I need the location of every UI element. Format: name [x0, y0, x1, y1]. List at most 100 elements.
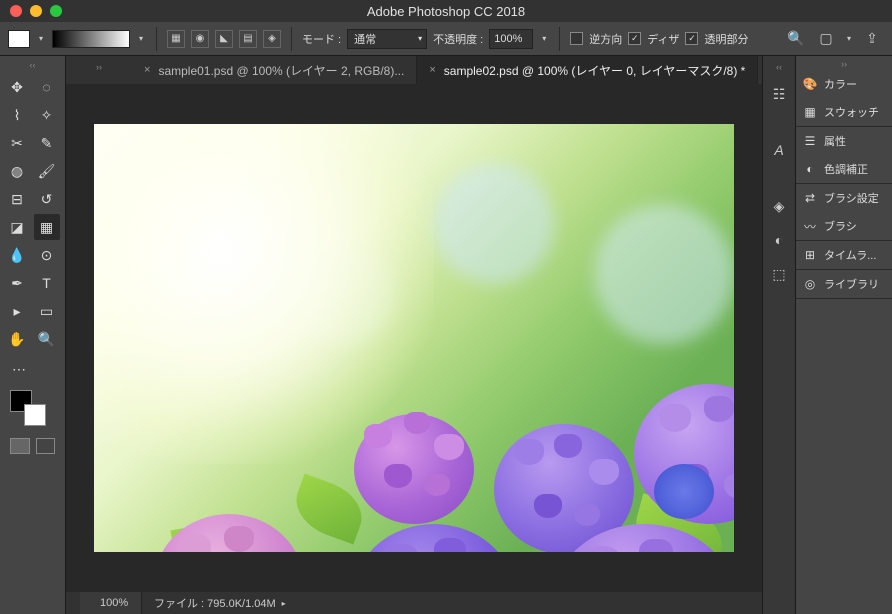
opacity-dropdown-icon[interactable]: ▾: [539, 34, 549, 44]
panel-label: スウォッチ: [824, 104, 879, 120]
brush-settings-panel-tab[interactable]: ⇄ブラシ設定: [796, 184, 892, 212]
dock-collapse-icon[interactable]: ‹‹: [776, 62, 782, 76]
file-info[interactable]: ファイル : 795.0K/1.04M: [142, 595, 276, 611]
file-info-dropdown-icon[interactable]: ▸: [282, 599, 286, 608]
dodge-tool[interactable]: ⊙: [34, 242, 60, 268]
type-tool[interactable]: T: [34, 270, 60, 296]
move-tool[interactable]: ✥: [4, 74, 30, 100]
separator: [156, 27, 157, 51]
hand-tool[interactable]: ✋: [4, 326, 30, 352]
opacity-label: 不透明度 :: [433, 31, 483, 47]
palette-icon: 🎨: [802, 76, 818, 92]
share-icon[interactable]: ⇪: [860, 27, 884, 51]
document-tab[interactable]: × sample02.psd @ 100% (レイヤー 0, レイヤーマスク/8…: [417, 56, 758, 84]
close-tab-icon[interactable]: ×: [144, 64, 150, 76]
color-swatches: [0, 384, 65, 430]
channels-panel-icon[interactable]: ◐: [767, 228, 791, 252]
gradient-dropdown-icon[interactable]: ▾: [136, 34, 146, 44]
path-selection-tool[interactable]: ▸: [4, 298, 30, 324]
tab-label: sample01.psd @ 100% (レイヤー 2, RGB/8)...: [158, 62, 404, 79]
separator: [291, 27, 292, 51]
blend-mode-select[interactable]: 通常: [347, 29, 427, 49]
opacity-value: 100%: [494, 33, 522, 45]
layers-panel-icon[interactable]: ◈: [767, 194, 791, 218]
brush-icon: 〰: [802, 218, 818, 234]
reverse-label: 逆方向: [589, 31, 622, 47]
tool-preset-dropdown-icon[interactable]: ▾: [36, 34, 46, 44]
adjustments-panel-tab[interactable]: ◐ 色調補正: [796, 155, 892, 183]
panel-label: ブラシ設定: [824, 190, 879, 206]
zoom-level[interactable]: 100%: [80, 592, 142, 614]
paths-panel-icon[interactable]: ⬚: [767, 262, 791, 286]
transparency-label: 透明部分: [704, 31, 748, 47]
color-panel-tab[interactable]: 🎨カラー: [796, 70, 892, 98]
marquee-tool[interactable]: ◌: [34, 74, 60, 100]
canvas-viewport[interactable]: [66, 84, 762, 592]
history-panel-icon[interactable]: ☷: [767, 82, 791, 106]
zoom-tool[interactable]: 🔍: [34, 326, 60, 352]
crop-tool[interactable]: ✂: [4, 130, 30, 156]
timeline-panel-tab[interactable]: ⊞ タイムラ...: [796, 241, 892, 269]
panel-label: ブラシ: [824, 218, 857, 234]
contrast-icon: ◐: [802, 161, 818, 177]
brushes-panel-tab[interactable]: 〰ブラシ: [796, 212, 892, 240]
panel-label: 色調補正: [824, 161, 868, 177]
document-area: ›› × sample01.psd @ 100% (レイヤー 2, RGB/8)…: [66, 56, 762, 614]
rectangle-tool[interactable]: ▭: [34, 298, 60, 324]
standard-mode-button[interactable]: [10, 438, 30, 454]
mode-label: モード :: [302, 31, 341, 47]
magic-wand-tool[interactable]: ✧: [34, 102, 60, 128]
diamond-gradient-button[interactable]: ◈: [263, 30, 281, 48]
lasso-tool[interactable]: ⌇: [4, 102, 30, 128]
pen-tool[interactable]: ✒: [4, 270, 30, 296]
angle-gradient-button[interactable]: ◣: [215, 30, 233, 48]
options-bar: ▾ ▾ ▦ ◉ ◣ ▤ ◈ モード : 通常 不透明度 : 100% ▾ 逆方向…: [0, 22, 892, 56]
character-panel-icon[interactable]: A: [767, 138, 791, 162]
canvas[interactable]: [94, 124, 734, 552]
opacity-input[interactable]: 100%: [489, 29, 533, 49]
workspace-icon[interactable]: ▢: [814, 27, 838, 51]
sliders-icon: ☰: [802, 133, 818, 149]
gradient-preview[interactable]: [52, 30, 130, 48]
brush-tool[interactable]: 🖌: [34, 158, 60, 184]
linear-gradient-button[interactable]: ▦: [167, 30, 185, 48]
panel-label: 属性: [824, 133, 846, 149]
gradient-tool[interactable]: ▦: [34, 214, 60, 240]
blend-mode-value: 通常: [354, 31, 376, 47]
reflected-gradient-button[interactable]: ▤: [239, 30, 257, 48]
dither-checkbox[interactable]: [628, 32, 641, 45]
toolbox-collapse-icon[interactable]: ‹‹: [0, 60, 65, 72]
search-icon[interactable]: 🔍: [784, 27, 808, 51]
eyedropper-tool[interactable]: ✎: [34, 130, 60, 156]
properties-panel-tab[interactable]: ☰ 属性: [796, 127, 892, 155]
separator: [559, 27, 560, 51]
workspace-dropdown-icon[interactable]: ▾: [844, 34, 854, 44]
background-color[interactable]: [24, 404, 46, 426]
clone-stamp-tool[interactable]: ⊟: [4, 186, 30, 212]
document-tabs: ›› × sample01.psd @ 100% (レイヤー 2, RGB/8)…: [66, 56, 762, 84]
quickmask-mode-button[interactable]: [36, 438, 56, 454]
cloud-icon: ◎: [802, 276, 818, 292]
healing-brush-tool[interactable]: ◍: [4, 158, 30, 184]
reverse-checkbox[interactable]: [570, 32, 583, 45]
libraries-panel-tab[interactable]: ◎ライブラリ: [796, 270, 892, 298]
grid-icon: ▦: [802, 104, 818, 120]
tab-label: sample02.psd @ 100% (レイヤー 0, レイヤーマスク/8) …: [444, 62, 746, 79]
eraser-tool[interactable]: ◪: [4, 214, 30, 240]
edit-toolbar-button[interactable]: ⋯: [6, 356, 32, 382]
document-tab[interactable]: × sample01.psd @ 100% (レイヤー 2, RGB/8)...: [132, 56, 417, 84]
radial-gradient-button[interactable]: ◉: [191, 30, 209, 48]
swatches-panel-tab[interactable]: ▦ スウォッチ: [796, 98, 892, 126]
panel-label: タイムラ...: [824, 247, 876, 263]
history-brush-tool[interactable]: ↺: [34, 186, 60, 212]
toolbox: ‹‹ ✥ ◌ ⌇ ✧ ✂ ✎ ◍ 🖌 ⊟ ↺ ◪ ▦ 💧 ⊙ ✒ T ▸ ▭ ✋…: [0, 56, 66, 614]
transparency-checkbox[interactable]: [685, 32, 698, 45]
close-tab-icon[interactable]: ×: [429, 64, 435, 76]
status-bar: 100% ファイル : 795.0K/1.04M ▸: [66, 592, 762, 614]
panels-collapse-icon[interactable]: ››: [796, 56, 892, 70]
tabs-collapse-icon[interactable]: ››: [66, 56, 132, 84]
tool-preset-swatch[interactable]: [8, 30, 30, 48]
timeline-icon: ⊞: [802, 247, 818, 263]
blur-tool[interactable]: 💧: [4, 242, 30, 268]
app-title: Adobe Photoshop CC 2018: [0, 4, 892, 19]
